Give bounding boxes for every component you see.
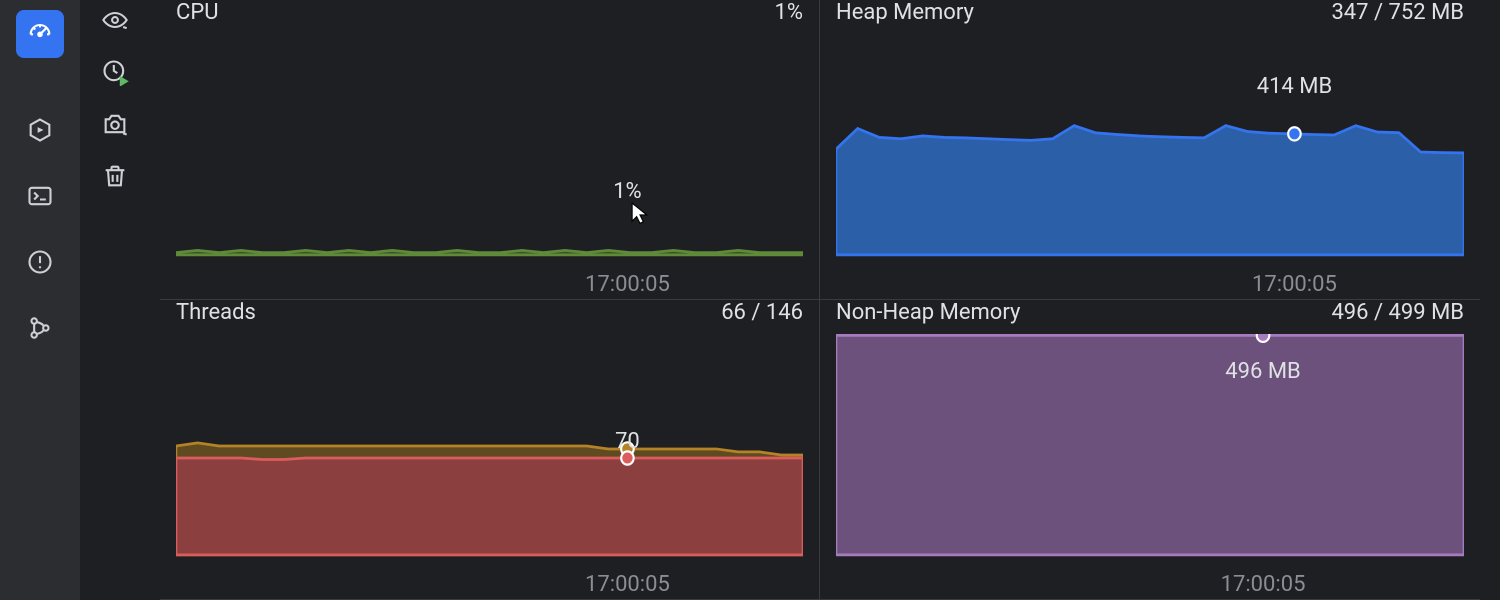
- terminal-icon: [26, 182, 54, 214]
- profiler-toolbar: [80, 0, 150, 600]
- panel-header: Non-Heap Memory 496 / 499 MB: [836, 300, 1464, 334]
- time-axis-label: 17:00:05: [585, 272, 670, 297]
- marker-label: 414 MB: [1257, 74, 1332, 99]
- cursor-icon: [631, 202, 649, 226]
- problems-tool-button[interactable]: [16, 240, 64, 288]
- snapshot-button[interactable]: [95, 110, 135, 142]
- panel-value: 347 / 752 MB: [1331, 0, 1464, 25]
- marker-label: 496 MB: [1225, 359, 1300, 384]
- threads-chart[interactable]: 70 17:00:05: [176, 334, 803, 599]
- marker-label: 1%: [613, 179, 641, 204]
- git-tool-button[interactable]: [16, 306, 64, 354]
- panel-title: Non-Heap Memory: [836, 300, 1020, 325]
- time-range-button[interactable]: [95, 58, 135, 90]
- marker-label: 70: [615, 429, 640, 454]
- panel-header: CPU 1%: [176, 0, 803, 34]
- panel-value: 496 / 499 MB: [1331, 300, 1464, 325]
- terminal-tool-button[interactable]: [16, 174, 64, 222]
- time-axis-label: 17:00:05: [1252, 272, 1337, 297]
- panel-header: Heap Memory 347 / 752 MB: [836, 0, 1464, 34]
- services-icon: [26, 116, 54, 148]
- heap-chart-svg: [836, 34, 1464, 299]
- time-axis-label: 17:00:05: [1221, 572, 1306, 597]
- monitor-grid: CPU 1% 1% 17:00:05 Heap Memory 347 / 752…: [150, 0, 1500, 600]
- heap-memory-panel[interactable]: Heap Memory 347 / 752 MB 414 MB 17:00:05: [820, 0, 1480, 300]
- panel-value: 1%: [775, 0, 803, 25]
- git-icon: [26, 314, 54, 346]
- cpu-chart-svg: [176, 34, 803, 299]
- gauge-icon: [26, 18, 54, 50]
- left-tool-rail: [0, 0, 80, 600]
- heap-chart[interactable]: 414 MB 17:00:05: [836, 34, 1464, 299]
- nonheap-chart-svg: [836, 334, 1464, 599]
- time-axis-label: 17:00:05: [585, 572, 670, 597]
- cpu-chart[interactable]: 1% 17:00:05: [176, 34, 803, 299]
- panel-title: CPU: [176, 0, 218, 25]
- delete-button[interactable]: [95, 162, 135, 194]
- panel-value: 66 / 146: [721, 300, 803, 325]
- panel-title: Heap Memory: [836, 0, 974, 25]
- eye-icon: [101, 6, 129, 38]
- cpu-panel[interactable]: CPU 1% 1% 17:00:05: [160, 0, 820, 300]
- services-tool-button[interactable]: [16, 108, 64, 156]
- view-mode-button[interactable]: [95, 6, 135, 38]
- non-heap-chart[interactable]: 496 MB 17:00:05: [836, 334, 1464, 599]
- panel-title: Threads: [176, 300, 256, 325]
- problems-icon: [26, 248, 54, 280]
- threads-chart-svg: [176, 334, 803, 599]
- clock-play-icon: [101, 58, 129, 90]
- camera-icon: [101, 110, 129, 142]
- threads-panel[interactable]: Threads 66 / 146 70 17:00:05: [160, 300, 820, 600]
- trash-icon: [101, 162, 129, 194]
- non-heap-memory-panel[interactable]: Non-Heap Memory 496 / 499 MB 496 MB 17:0…: [820, 300, 1480, 600]
- profiler-tool-button[interactable]: [16, 10, 64, 58]
- panel-header: Threads 66 / 146: [176, 300, 803, 334]
